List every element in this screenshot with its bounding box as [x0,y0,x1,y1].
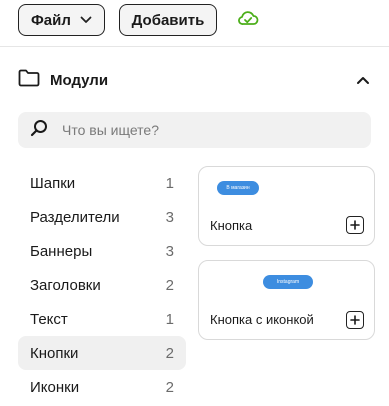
category-item-bannery[interactable]: Баннеры 3 [18,234,186,268]
category-item-knopki[interactable]: Кнопки 2 [18,336,186,370]
cloud-saved-icon [237,11,259,32]
category-label: Заголовки [30,276,101,294]
category-list: Шапки 1 Разделители 3 Баннеры 3 Заголовк… [18,166,186,404]
category-label: Кнопки [30,344,79,362]
plus-icon [350,315,360,325]
category-label: Разделители [30,208,120,226]
module-card-button[interactable]: В магазин Кнопка [198,166,375,246]
modules-header[interactable]: Модули [18,66,370,94]
category-count: 2 [165,378,174,396]
toolbar-divider [0,46,389,47]
category-item-razdeliteli[interactable]: Разделители 3 [18,200,186,234]
chevron-up-icon[interactable] [356,76,370,85]
chevron-down-icon [80,11,92,28]
search-box[interactable] [18,112,371,148]
category-item-tekst[interactable]: Текст 1 [18,302,186,336]
button-with-icon-preview: Instagram [263,275,313,289]
add-module-button[interactable] [346,216,364,234]
category-count: 2 [165,276,174,294]
module-card-label: Кнопка [210,218,253,233]
modules-title: Модули [50,71,109,89]
file-menu-button[interactable]: Файл [18,4,105,36]
category-label: Текст [30,310,68,328]
file-menu-label: Файл [31,11,71,29]
button-preview-text: В магазин [226,185,250,191]
toolbar: Файл Добавить [0,0,389,46]
search-input[interactable] [60,121,344,139]
folder-icon [18,69,40,92]
add-module-button[interactable] [346,311,364,329]
category-count: 2 [165,344,174,362]
plus-icon [350,220,360,230]
add-button[interactable]: Добавить [119,4,217,36]
category-item-shapki[interactable]: Шапки 1 [18,166,186,200]
button-preview-text: Instagram [276,279,300,285]
module-card-button-with-icon[interactable]: Instagram Кнопка с иконкой [198,260,375,340]
category-item-ikonki[interactable]: Иконки 2 [18,370,186,404]
category-count: 3 [165,242,174,260]
category-label: Шапки [30,174,76,192]
category-label: Баннеры [30,242,93,260]
category-item-zagolovki[interactable]: Заголовки 2 [18,268,186,302]
button-preview: В магазин [217,181,259,195]
module-card-label: Кнопка с иконкой [210,312,314,327]
category-count: 3 [165,208,174,226]
category-label: Иконки [30,378,80,396]
category-count: 1 [165,310,174,328]
category-count: 1 [165,174,174,192]
add-button-label: Добавить [131,11,205,29]
search-icon [30,119,48,142]
